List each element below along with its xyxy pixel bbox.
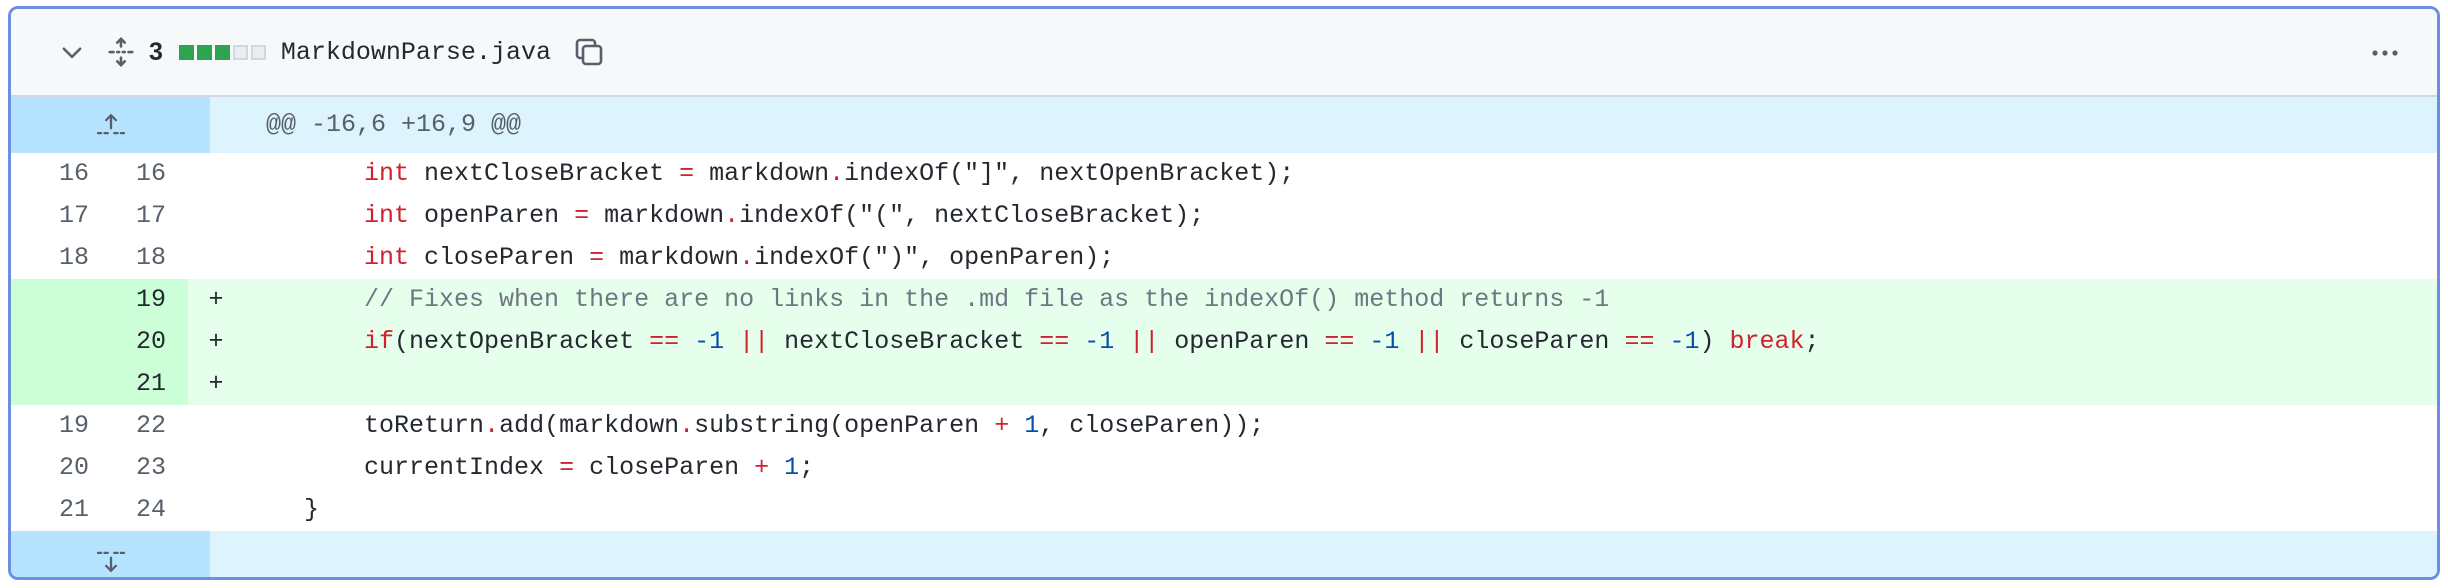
old-line-number[interactable]: 21 bbox=[11, 489, 111, 531]
new-line-number[interactable]: 19 bbox=[111, 279, 188, 321]
diff-line: 19 22 toReturn.add(markdown.substring(op… bbox=[11, 405, 2437, 447]
diffstat-added-block bbox=[178, 44, 194, 60]
diff-line: 21 24 } bbox=[11, 489, 2437, 531]
old-line-number[interactable] bbox=[11, 321, 111, 363]
kebab-menu-icon[interactable] bbox=[2367, 35, 2403, 71]
new-line-number[interactable]: 16 bbox=[111, 153, 188, 195]
expand-up-icon bbox=[96, 113, 125, 135]
copy-icon[interactable] bbox=[571, 34, 607, 70]
code-line: int closeParen = markdown.indexOf(")", o… bbox=[364, 243, 1115, 272]
diffstat-neutral-block bbox=[232, 44, 248, 60]
old-line-number[interactable]: 17 bbox=[11, 195, 111, 237]
new-line-number[interactable]: 24 bbox=[111, 489, 188, 531]
file-name[interactable]: MarkdownParse.java bbox=[281, 38, 551, 67]
file-header: 3 MarkdownParse.java bbox=[11, 9, 2437, 97]
diff-line: 17 17 int openParen = markdown.indexOf("… bbox=[11, 195, 2437, 237]
diff-marker bbox=[188, 489, 244, 531]
diffstat-blocks bbox=[178, 44, 266, 60]
diff-line: 20 23 currentIndex = closeParen + 1; bbox=[11, 447, 2437, 489]
diff-line-added: 21 + bbox=[11, 363, 2437, 405]
old-line-number[interactable]: 20 bbox=[11, 447, 111, 489]
diffstat-added-block bbox=[196, 44, 212, 60]
diff-line: 18 18 int closeParen = markdown.indexOf(… bbox=[11, 237, 2437, 279]
new-line-number[interactable]: 23 bbox=[111, 447, 188, 489]
old-line-number[interactable] bbox=[11, 363, 111, 405]
diffstat-neutral-block bbox=[250, 44, 266, 60]
diff-marker bbox=[188, 447, 244, 489]
code-line: // Fixes when there are no links in the … bbox=[364, 285, 1610, 314]
diff-line: 16 16 int nextCloseBracket = markdown.in… bbox=[11, 153, 2437, 195]
code-line: } bbox=[304, 495, 320, 524]
old-line-number[interactable]: 16 bbox=[11, 153, 111, 195]
old-line-number[interactable]: 19 bbox=[11, 405, 111, 447]
new-line-number[interactable]: 18 bbox=[111, 237, 188, 279]
expand-down-icon bbox=[96, 551, 125, 573]
new-line-number[interactable]: 20 bbox=[111, 321, 188, 363]
expand-down-row bbox=[11, 531, 2437, 577]
diff-marker bbox=[188, 153, 244, 195]
chevron-down-icon[interactable] bbox=[55, 35, 89, 69]
expand-down-button[interactable] bbox=[11, 531, 210, 577]
code-line: int nextCloseBracket = markdown.indexOf(… bbox=[364, 159, 1295, 188]
diff-marker bbox=[188, 237, 244, 279]
diff-line-added: 20 + if(nextOpenBracket == -1 || nextClo… bbox=[11, 321, 2437, 363]
diff-line-added: 19 + // Fixes when there are no links in… bbox=[11, 279, 2437, 321]
new-line-number[interactable]: 17 bbox=[111, 195, 188, 237]
diff-marker bbox=[188, 405, 244, 447]
new-line-number[interactable]: 22 bbox=[111, 405, 188, 447]
code-line: currentIndex = closeParen + 1; bbox=[364, 453, 815, 482]
old-line-number[interactable]: 18 bbox=[11, 237, 111, 279]
diff-marker: + bbox=[208, 285, 224, 314]
new-line-number[interactable]: 21 bbox=[111, 363, 188, 405]
code-line: int openParen = markdown.indexOf("(", ne… bbox=[364, 201, 1205, 230]
code-line: toReturn.add(markdown.substring(openPare… bbox=[364, 411, 1265, 440]
diff-marker: + bbox=[208, 327, 224, 356]
hunk-header-row: @@ -16,6 +16,9 @@ bbox=[11, 97, 2437, 153]
old-line-number[interactable] bbox=[11, 279, 111, 321]
unfold-icon[interactable] bbox=[103, 34, 139, 70]
code-line: if(nextOpenBracket == -1 || nextCloseBra… bbox=[364, 327, 1820, 356]
expand-down-filler bbox=[210, 531, 2437, 577]
change-count: 3 bbox=[149, 37, 163, 66]
diff-file: 3 MarkdownParse.java @@ -16,6 +16,9 @@ 1… bbox=[8, 6, 2440, 580]
expand-up-button[interactable] bbox=[11, 97, 210, 153]
diff-marker: + bbox=[208, 369, 224, 398]
diffstat-added-block bbox=[214, 44, 230, 60]
diff-marker bbox=[188, 195, 244, 237]
hunk-header-text: @@ -16,6 +16,9 @@ bbox=[266, 110, 522, 139]
